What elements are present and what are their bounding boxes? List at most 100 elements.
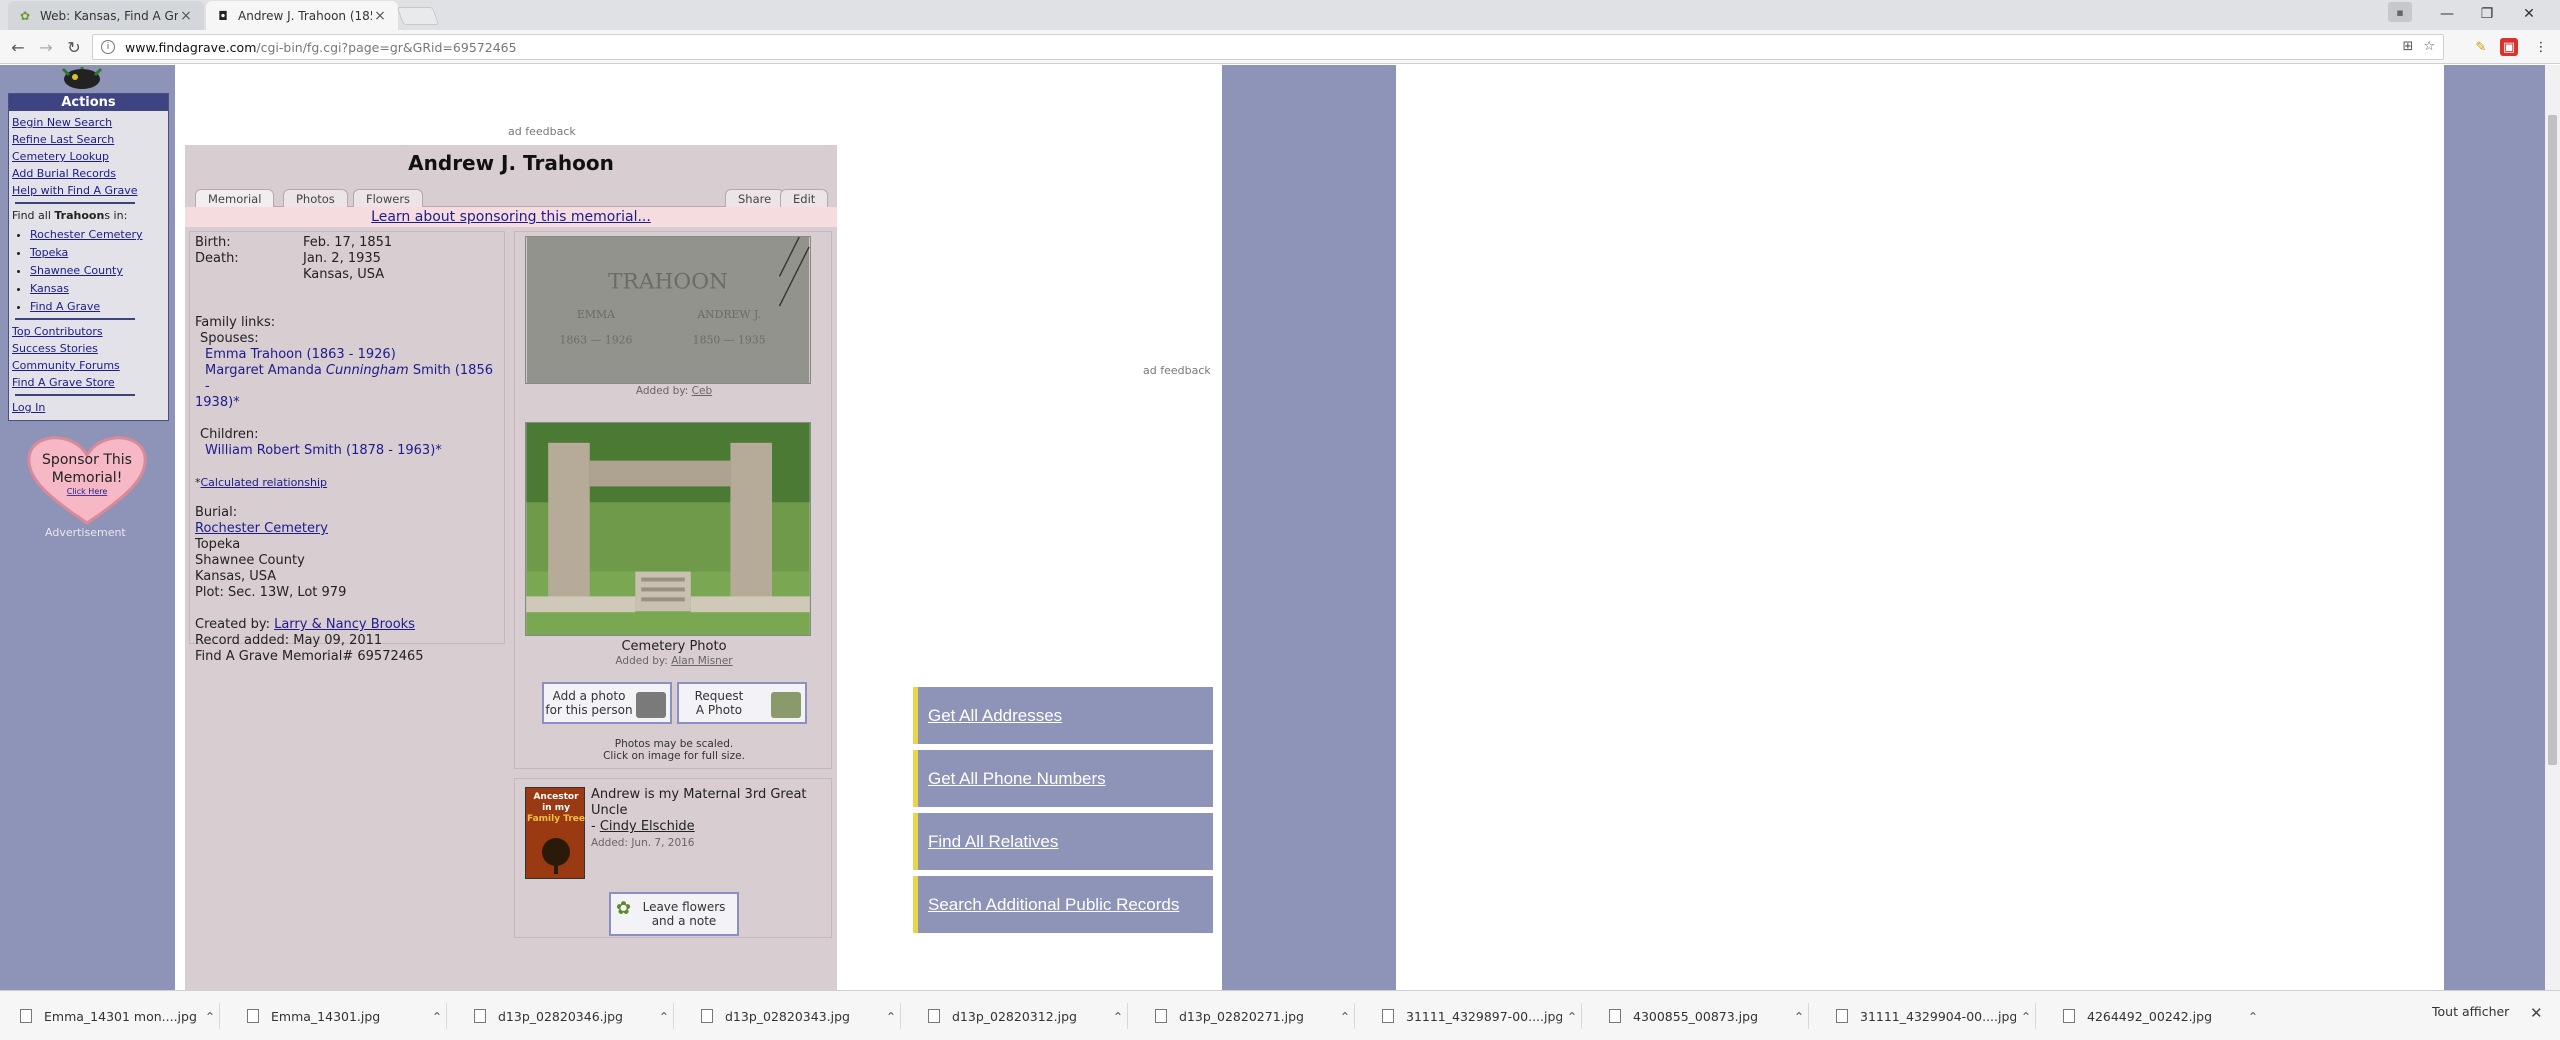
close-tab-icon[interactable]: ×: [372, 8, 388, 24]
forward-icon[interactable]: →: [34, 36, 58, 58]
chevron-up-icon[interactable]: ⌃: [881, 1009, 901, 1024]
photo-contributor-link[interactable]: Ceb: [692, 385, 712, 397]
get-all-addresses-link[interactable]: Get All Addresses: [913, 687, 1213, 744]
chevron-up-icon[interactable]: ⌃: [2016, 1009, 2036, 1024]
calculated-relationship-link[interactable]: Calculated relationship: [201, 476, 328, 489]
success-stories-link[interactable]: Success Stories: [12, 340, 165, 357]
sponsor-heart-click-here: Click Here: [67, 487, 108, 496]
chevron-up-icon[interactable]: ⌃: [654, 1009, 674, 1024]
divider: [15, 318, 135, 320]
download-item[interactable]: Emma_14301.jpg ⌃: [227, 991, 447, 1040]
headstone-photo[interactable]: TRAHOON EMMA ANDREW J. 1863 — 1926 1850 …: [525, 236, 811, 384]
close-window-icon[interactable]: ✕: [2506, 0, 2552, 28]
chevron-up-icon[interactable]: ⌃: [1335, 1009, 1355, 1024]
chevron-up-icon[interactable]: ⌃: [427, 1009, 447, 1024]
sponsor-memorial-heart-button[interactable]: Sponsor This Memorial! Click Here: [25, 435, 149, 527]
chevron-up-icon[interactable]: ⌃: [2243, 1009, 2263, 1024]
spouse-link-continued[interactable]: 1938)*: [195, 395, 499, 411]
svg-text:EMMA: EMMA: [577, 308, 615, 321]
new-tab-button[interactable]: [396, 7, 440, 25]
tab-memorial[interactable]: Memorial: [195, 189, 275, 208]
chevron-up-icon[interactable]: ⌃: [1789, 1009, 1809, 1024]
browser-tab[interactable]: ✿ Web: Kansas, Find A Gra ×: [8, 1, 204, 30]
find-in-rochester-cemetery-link[interactable]: Rochester Cemetery: [30, 226, 165, 243]
search-public-records-link[interactable]: Search Additional Public Records: [913, 876, 1213, 933]
share-button[interactable]: Share: [725, 189, 785, 208]
findagrave-logo-icon: [61, 67, 103, 89]
download-item[interactable]: d13p_02820271.jpg ⌃: [1135, 991, 1355, 1040]
family-links-label: Family links:: [195, 315, 276, 330]
top-contributors-link[interactable]: Top Contributors: [12, 323, 165, 340]
cemetery-photo[interactable]: [525, 422, 811, 636]
flower-author-link[interactable]: Cindy Elschide: [600, 819, 695, 834]
tab-photos[interactable]: Photos: [283, 189, 348, 208]
children-label: Children:: [200, 427, 259, 442]
find-in-topeka-link[interactable]: Topeka: [30, 244, 165, 261]
sponsor-heart-line-1: Sponsor This: [42, 452, 132, 468]
download-item[interactable]: 31111_4329897-00....jpg ⌃: [1362, 991, 1582, 1040]
find-in-find-a-grave-link[interactable]: Find A Grave: [30, 298, 165, 315]
file-icon: [247, 1009, 259, 1023]
child-link[interactable]: William Robert Smith (1878 - 1963)*: [205, 443, 442, 458]
browser-tab-active[interactable]: ◘ Andrew J. Trahoon (185 ×: [206, 1, 398, 30]
tab-flowers[interactable]: Flowers: [353, 189, 424, 208]
extension-icon[interactable]: ✎: [2472, 38, 2490, 56]
log-in-link[interactable]: Log In: [12, 399, 165, 416]
chevron-up-icon[interactable]: ⌃: [1108, 1009, 1128, 1024]
download-item[interactable]: d13p_02820346.jpg ⌃: [454, 991, 674, 1040]
profile-icon[interactable]: ▪: [2388, 2, 2412, 22]
page-scrollbar[interactable]: [2545, 65, 2560, 990]
chevron-up-icon[interactable]: ⌃: [200, 1009, 220, 1024]
refine-last-search-link[interactable]: Refine Last Search: [12, 131, 165, 148]
close-tab-icon[interactable]: ×: [178, 8, 194, 24]
download-item[interactable]: 4264492_00242.jpg ⌃: [2043, 991, 2263, 1040]
translate-icon[interactable]: ⊞: [2402, 39, 2413, 54]
ad-feedback-link[interactable]: ad feedback: [508, 125, 576, 138]
cemetery-photo-caption: Cemetery Photo: [621, 639, 727, 654]
close-shelf-icon[interactable]: ✕: [2530, 1004, 2543, 1022]
help-link[interactable]: Help with Find A Grave: [12, 182, 165, 199]
begin-new-search-link[interactable]: Begin New Search: [12, 114, 165, 131]
download-item[interactable]: 31111_4329904-00....jpg ⌃: [1816, 991, 2036, 1040]
download-item[interactable]: d13p_02820312.jpg ⌃: [908, 991, 1128, 1040]
tree-icon: [542, 838, 570, 874]
photo-contributor-link[interactable]: Alan Misner: [671, 655, 732, 667]
add-photo-button[interactable]: Add a photo for this person: [542, 682, 672, 724]
find-in-kansas-link[interactable]: Kansas: [30, 280, 165, 297]
back-icon[interactable]: ←: [6, 36, 30, 58]
burial-cemetery-link[interactable]: Rochester Cemetery: [195, 521, 328, 536]
cemetery-lookup-link[interactable]: Cemetery Lookup: [12, 148, 165, 165]
request-photo-button[interactable]: Request A Photo: [677, 682, 807, 724]
find-all-relatives-link[interactable]: Find All Relatives: [913, 813, 1213, 870]
created-by-link[interactable]: Larry & Nancy Brooks: [274, 617, 415, 632]
add-burial-records-link[interactable]: Add Burial Records: [12, 165, 165, 182]
file-icon: [701, 1009, 713, 1023]
spouse-link[interactable]: Margaret Amanda Cunningham Smith (1856 -: [195, 363, 499, 395]
sponsor-memorial-link[interactable]: Learn about sponsoring this memorial...: [371, 209, 651, 225]
find-a-grave-store-link[interactable]: Find A Grave Store: [12, 374, 165, 391]
address-bar[interactable]: i www.findagrave.com/cgi-bin/fg.cgi?page…: [92, 34, 2444, 60]
get-all-phone-numbers-link[interactable]: Get All Phone Numbers: [913, 750, 1213, 807]
info-icon[interactable]: i: [101, 40, 115, 54]
show-all-downloads-button[interactable]: Tout afficher: [2432, 1004, 2509, 1019]
menu-dots-icon[interactable]: ⋮: [2532, 38, 2550, 56]
leave-flowers-button[interactable]: ✿ Leave flowers and a note: [609, 892, 739, 936]
extension-red-icon[interactable]: ▣: [2500, 38, 2518, 56]
spouse-link[interactable]: Emma Trahoon (1863 - 1926): [205, 347, 396, 362]
restore-icon[interactable]: ❐: [2464, 0, 2510, 28]
sponsor-banner: Learn about sponsoring this memorial...: [185, 207, 837, 227]
download-item[interactable]: d13p_02820343.jpg ⌃: [681, 991, 901, 1040]
chevron-up-icon[interactable]: ⌃: [1562, 1009, 1582, 1024]
file-icon: [20, 1009, 32, 1023]
edit-button[interactable]: Edit: [780, 189, 829, 208]
death-date: Jan. 2, 1935: [303, 251, 381, 266]
bookmark-star-icon[interactable]: ☆: [2423, 39, 2435, 54]
scrollbar-thumb[interactable]: [2548, 115, 2557, 765]
reload-icon[interactable]: ↻: [62, 36, 86, 58]
community-forums-link[interactable]: Community Forums: [12, 357, 165, 374]
ad-feedback-link[interactable]: ad feedback: [1143, 364, 1211, 377]
download-item[interactable]: 4300855_00873.jpg ⌃: [1589, 991, 1809, 1040]
find-in-shawnee-county-link[interactable]: Shawnee County: [30, 262, 165, 279]
birth-label: Birth:: [195, 235, 231, 250]
download-item[interactable]: Emma_14301 mon....jpg ⌃: [0, 991, 220, 1040]
